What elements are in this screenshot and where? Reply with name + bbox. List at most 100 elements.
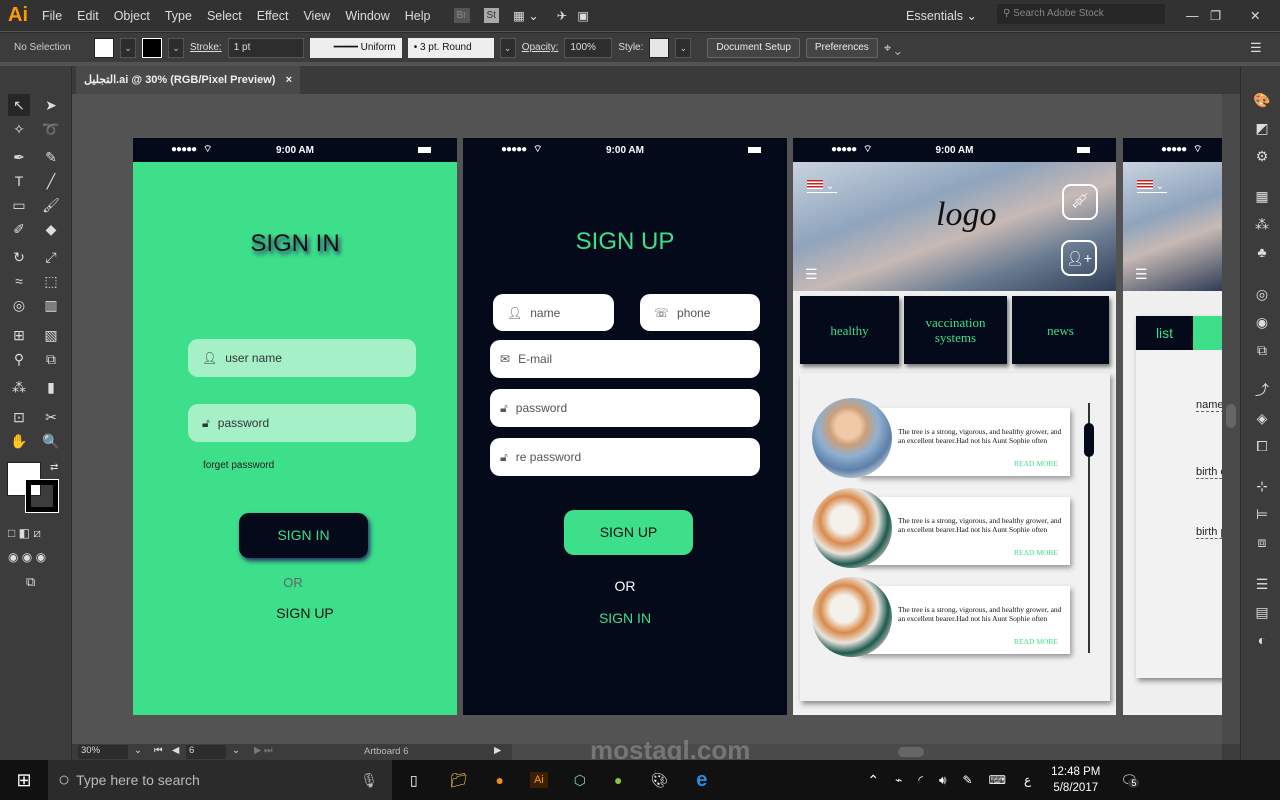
gradient-panel-icon[interactable]: ▤ bbox=[1251, 602, 1273, 622]
swatches-icon[interactable]: ▦ bbox=[1251, 186, 1273, 206]
screen-mode-icon[interactable]: ⧉ bbox=[26, 574, 35, 590]
magic-wand-icon[interactable]: ✧ bbox=[8, 118, 30, 140]
selection-tool-icon[interactable]: ↖ bbox=[8, 94, 30, 116]
hand-tool-icon[interactable]: ✋ bbox=[8, 430, 30, 452]
vertical-scrollbar[interactable] bbox=[1222, 94, 1240, 744]
menu-object[interactable]: Object bbox=[114, 9, 150, 23]
close-window-button[interactable]: ✕ bbox=[1250, 8, 1260, 23]
password-input[interactable]: 🔓︎ password bbox=[490, 389, 760, 427]
email-input[interactable]: ✉ E-mail bbox=[490, 340, 760, 378]
color-themes-icon[interactable]: ⚙ bbox=[1251, 146, 1273, 166]
brush-dropdown[interactable]: ⌄ bbox=[499, 37, 516, 58]
read-more-link[interactable]: READ MORE bbox=[1014, 637, 1058, 647]
curvature-tool-icon[interactable]: ✎ bbox=[40, 146, 62, 168]
read-more-link[interactable]: READ MORE bbox=[1014, 459, 1058, 469]
artboard-dropdown[interactable]: ⌄ bbox=[232, 745, 240, 756]
action-center-button[interactable]: 🗨︎5 bbox=[1120, 772, 1140, 789]
minimize-button[interactable]: — bbox=[1186, 9, 1199, 23]
paint-icon[interactable]: 🎨︎ bbox=[650, 772, 668, 789]
paintbrush-icon[interactable]: 🖌 bbox=[40, 194, 62, 216]
stroke-swatch[interactable] bbox=[142, 37, 162, 58]
direct-selection-tool-icon[interactable]: ➤ bbox=[40, 94, 62, 116]
read-more-link[interactable]: READ MORE bbox=[1014, 548, 1058, 558]
uc-browser-icon[interactable]: ● bbox=[496, 772, 504, 788]
eyedropper-icon[interactable]: ⚲ bbox=[8, 348, 30, 370]
stock-search-input[interactable]: ⚲ Search Adobe Stock bbox=[997, 4, 1165, 24]
mesh-tool-icon[interactable]: ⊞ bbox=[8, 324, 30, 346]
list-scrollbar-thumb[interactable] bbox=[1084, 423, 1094, 457]
tab-active-indicator[interactable] bbox=[1193, 316, 1222, 350]
menu-window[interactable]: Window bbox=[345, 9, 389, 23]
next-artboard-button[interactable]: ▶ ⏭ bbox=[254, 745, 273, 756]
show-hidden-icons[interactable]: ⌃ bbox=[867, 772, 879, 789]
eraser-icon[interactable]: ◆ bbox=[40, 218, 62, 240]
scale-tool-icon[interactable]: ⤢ bbox=[40, 246, 62, 268]
menu-help[interactable]: Help bbox=[405, 9, 431, 23]
sign-up-button[interactable]: SIGN UP bbox=[564, 510, 693, 555]
slice-tool-icon[interactable]: ✂ bbox=[40, 406, 62, 428]
stock-button[interactable]: St bbox=[483, 8, 499, 23]
gpu-performance-icon[interactable]: ✈ bbox=[557, 8, 567, 23]
power-icon[interactable]: ⌁ bbox=[895, 773, 902, 787]
previous-artboard-button[interactable]: ◀ bbox=[172, 745, 179, 756]
illustrator-taskbar-icon[interactable]: Ai bbox=[529, 772, 548, 788]
symbols-icon[interactable]: ♣ bbox=[1251, 242, 1273, 262]
language-selector[interactable]: ⌄ bbox=[1137, 180, 1167, 193]
style-swatch[interactable] bbox=[649, 37, 670, 58]
variable-width-profile[interactable]: ━━━━ Uniform bbox=[309, 37, 402, 58]
preferences-button[interactable]: Preferences bbox=[805, 37, 878, 58]
drawing-modes[interactable]: ◉ ◉ ◉ bbox=[8, 550, 46, 564]
stroke-dropdown[interactable]: ⌄ bbox=[168, 37, 184, 58]
opacity-label[interactable]: Opacity: bbox=[522, 42, 559, 53]
status-menu-arrow[interactable]: ▶ bbox=[494, 745, 501, 756]
color-guide-icon[interactable]: ◩ bbox=[1251, 118, 1273, 138]
menu-edit[interactable]: Edit bbox=[77, 9, 99, 23]
name-input[interactable]: 👤︎ name bbox=[493, 294, 614, 331]
fill-swatch[interactable] bbox=[94, 37, 114, 58]
align-icon[interactable]: ⊨ bbox=[1251, 504, 1273, 524]
artboards-panel-icon[interactable]: ⧠ bbox=[1251, 436, 1273, 456]
menu-effect[interactable]: Effect bbox=[257, 9, 289, 23]
arrange-documents-icon[interactable]: ▦ ⌄ bbox=[513, 8, 539, 23]
document-tab[interactable]: التجليل.ai @ 30% (RGB/Pixel Preview) × bbox=[76, 66, 300, 94]
username-input[interactable]: 👤︎ user name bbox=[188, 339, 416, 377]
menu-view[interactable]: View bbox=[303, 9, 330, 23]
line-tool-icon[interactable]: ╱ bbox=[40, 170, 62, 192]
free-transform-icon[interactable]: ⬚ bbox=[40, 270, 62, 292]
microphone-icon[interactable]: 🎙︎ bbox=[360, 772, 378, 789]
pen-tool-icon[interactable]: ✒ bbox=[8, 146, 30, 168]
network-icon[interactable]: ◜ bbox=[918, 773, 923, 787]
sign-in-button[interactable]: SIGN IN bbox=[239, 513, 368, 558]
artboard-number-field[interactable]: 6 bbox=[186, 745, 226, 759]
sign-in-link[interactable]: SIGN IN bbox=[463, 610, 787, 626]
category-healthy[interactable]: healthy bbox=[800, 296, 899, 364]
column-graph-icon[interactable]: ▮ bbox=[40, 376, 62, 398]
first-artboard-button[interactable]: ⏮ bbox=[154, 745, 163, 756]
close-tab-icon[interactable]: × bbox=[286, 66, 292, 94]
gradient-tool-icon[interactable]: ▧ bbox=[40, 324, 62, 346]
app-icon[interactable]: ⬡ bbox=[574, 772, 586, 789]
volume-icon[interactable]: 🔊︎ bbox=[939, 773, 947, 788]
transparency-icon[interactable]: ◐ bbox=[1251, 630, 1273, 650]
horizontal-scroll-thumb[interactable] bbox=[898, 747, 924, 757]
start-button[interactable]: ⊞ bbox=[0, 770, 48, 791]
rectangle-tool-icon[interactable]: ▭ bbox=[8, 194, 30, 216]
appearance-icon[interactable]: ◉ bbox=[1251, 312, 1273, 332]
android-studio-icon[interactable]: ● bbox=[614, 772, 622, 788]
style-dropdown[interactable]: ⌄ bbox=[675, 37, 692, 58]
lasso-icon[interactable]: ➰ bbox=[40, 118, 62, 140]
taskbar-search[interactable]: ○ Type here to search 🎙︎ bbox=[48, 760, 392, 800]
clock[interactable]: 12:48 PM 5/8/2017 bbox=[1051, 764, 1100, 796]
rotate-tool-icon[interactable]: ↻ bbox=[8, 246, 30, 268]
opacity-field[interactable]: 100% bbox=[564, 37, 613, 58]
touch-workspace-icon[interactable]: ▣ bbox=[577, 8, 589, 23]
artboard-tool-icon[interactable]: ⊡ bbox=[8, 406, 30, 428]
password-input[interactable]: 🔓︎ password bbox=[188, 404, 416, 442]
bridge-button[interactable]: Br bbox=[453, 8, 470, 23]
menu-file[interactable]: File bbox=[42, 9, 62, 23]
shape-builder-icon[interactable]: ◎ bbox=[8, 294, 30, 316]
brush-definition[interactable]: • 3 pt. Round bbox=[407, 37, 494, 58]
blend-tool-icon[interactable]: ⧉ bbox=[40, 348, 62, 370]
phone-input[interactable]: ☏ phone bbox=[640, 294, 760, 331]
sign-up-link[interactable]: SIGN UP bbox=[133, 605, 457, 621]
